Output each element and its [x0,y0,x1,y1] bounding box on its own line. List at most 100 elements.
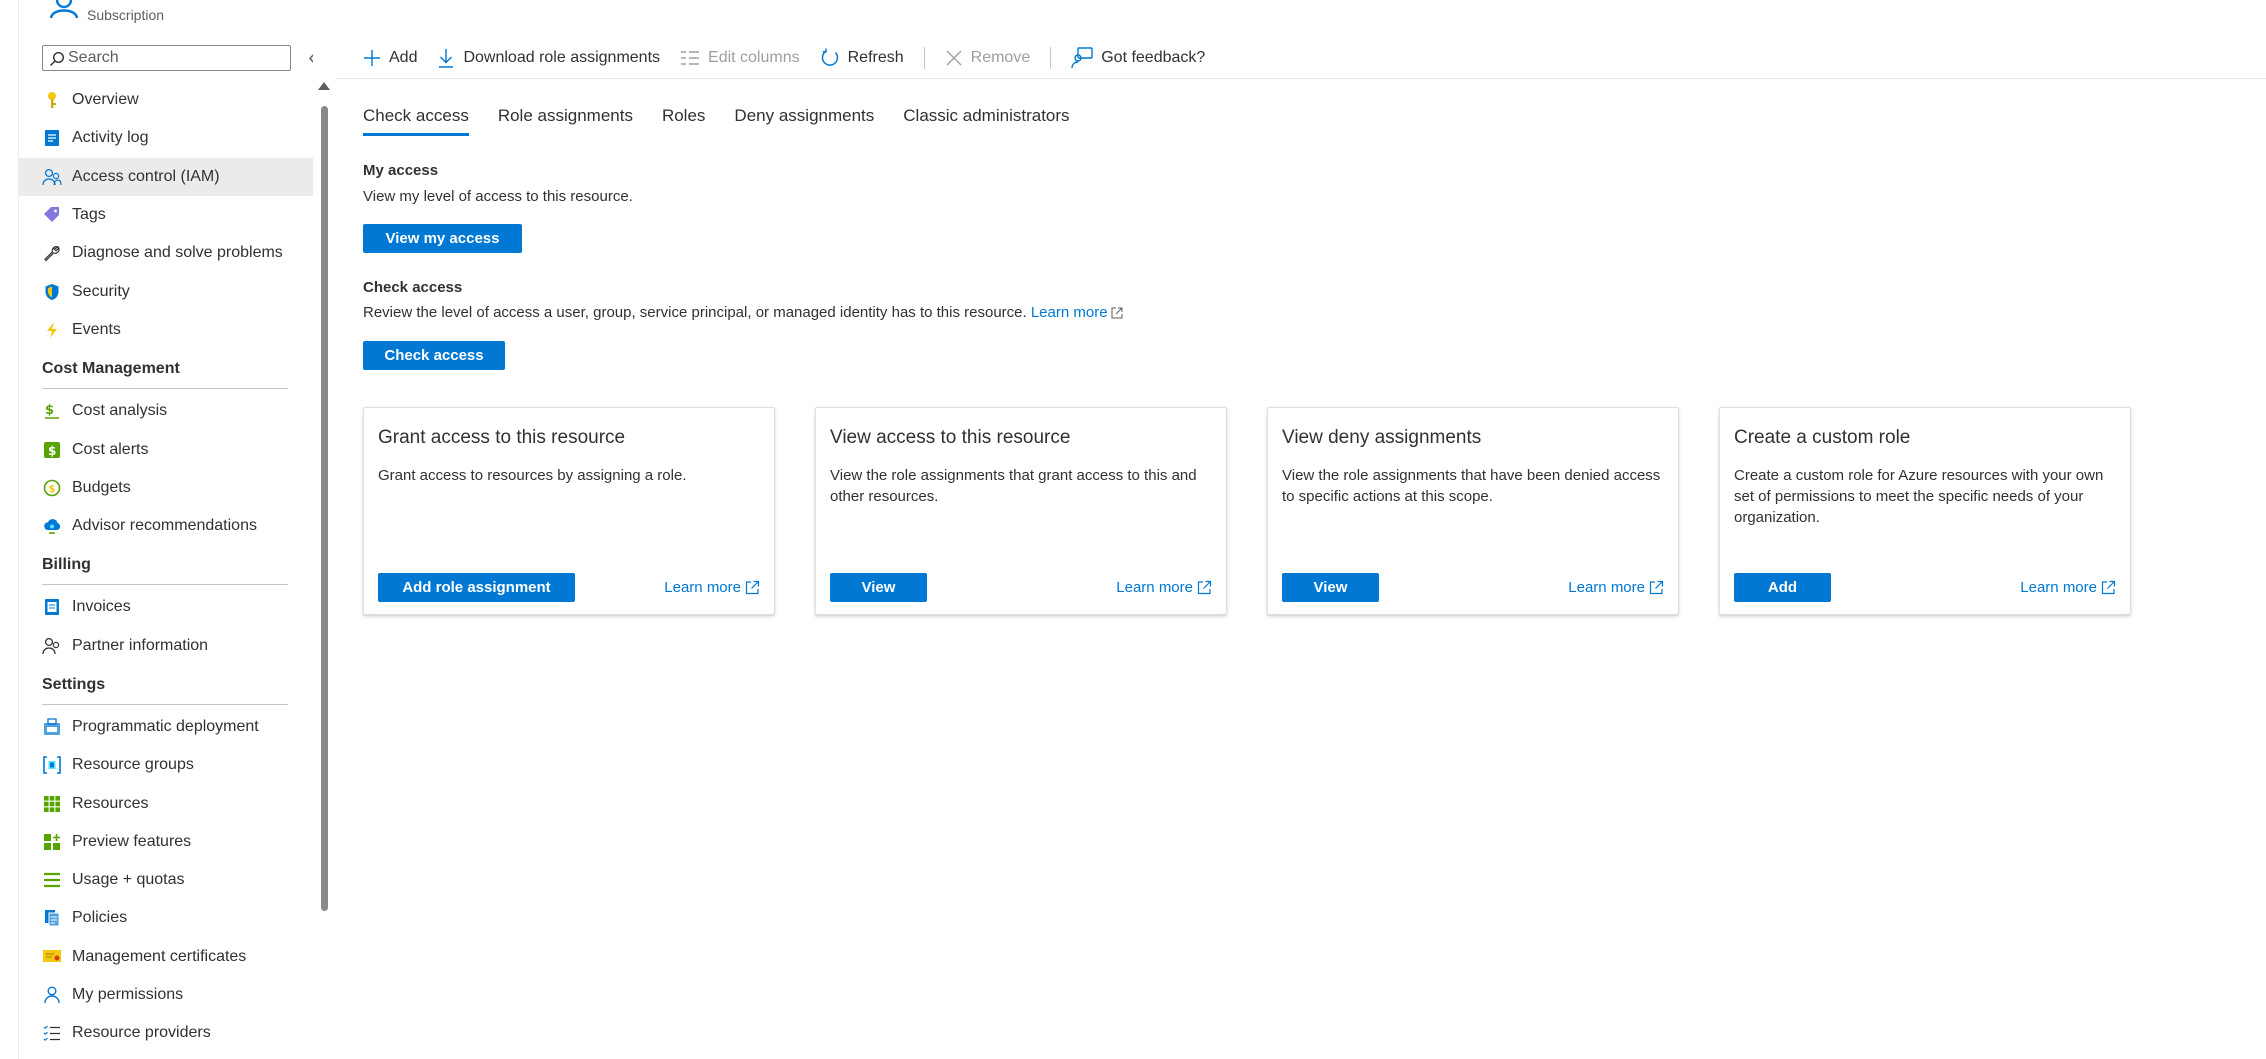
add-role-assignment-button[interactable]: Add role assignment [378,573,575,602]
download-role-assignments-button[interactable]: Download role assignments [437,48,660,68]
sidebar-item-label: Cost alerts [72,440,149,458]
search-input[interactable] [68,48,283,68]
view-my-access-button[interactable]: View my access [363,224,522,253]
create-custom-role-card: Create a custom role Create a custom role… [1719,407,2131,615]
learn-more-label: Learn more [1116,579,1193,596]
card-description: View the role assignments that have been… [1282,467,1661,505]
tab-classic-administrators[interactable]: Classic administrators [903,106,1069,136]
sidebar-item-resources[interactable]: Resources [18,784,313,822]
deployment-icon [42,717,62,737]
sidebar-item-label: Management certificates [72,947,247,965]
svg-text:$: $ [48,444,56,458]
sidebar-item-activity-log[interactable]: Activity log [18,119,313,157]
collapse-menu-button[interactable]: « [306,46,313,70]
tag-icon [42,205,62,225]
sidebar-item-label: Events [72,320,121,338]
sidebar-item-diagnose-and-solve-problems[interactable]: Diagnose and solve problems [18,234,313,272]
menu-search-box[interactable] [42,45,291,71]
sidebar-item-label: Resource groups [72,756,194,774]
resource-header: Subscription [18,0,313,30]
view-access-button[interactable]: View [830,573,927,602]
learn-more-label: Learn more [1568,579,1645,596]
subscription-key-icon [49,0,79,18]
sidebar-item-tags[interactable]: Tags [18,196,313,234]
sidebar-item-invoices[interactable]: Invoices [18,588,313,626]
scroll-up-arrow-icon[interactable] [318,82,330,90]
tab-role-assignments[interactable]: Role assignments [498,106,633,136]
card-title: View access to this resource [830,427,1071,448]
sidebar-item-label: Budgets [72,478,131,496]
check-access-description-line: Review the level of access a user, group… [363,304,1123,321]
usage-icon [42,870,62,890]
tab-check-access[interactable]: Check access [363,106,469,136]
sidebar-item-resource-providers[interactable]: Resource providers [18,1014,313,1052]
card-description: Create a custom role for Azure resources… [1734,467,2104,526]
resource-menu: Subscription « Overview Activity log Acces… [18,0,313,1059]
refresh-button[interactable]: Refresh [820,48,904,68]
sidebar-item-budgets[interactable]: $ Budgets [18,469,313,507]
sidebar-item-overview[interactable]: Overview [18,81,313,119]
sidebar-item-preview-features[interactable]: Preview features [18,823,313,861]
provider-icon [42,1023,62,1043]
cost-alert-icon: $ [42,440,62,460]
card-learn-more-link[interactable]: Learn more [1116,579,1212,596]
my-access-description: View my level of access to this resource… [363,188,633,205]
card-learn-more-link[interactable]: Learn more [2020,579,2116,596]
preview-icon [42,832,62,852]
card-learn-more-link[interactable]: Learn more [1568,579,1664,596]
iam-tabs: Check access Role assignments Roles Deny… [363,106,1099,136]
sidebar-item-cost-analysis[interactable]: $ Cost analysis [18,392,313,430]
sidebar-item-advisor-recommendations[interactable]: Advisor recommendations [18,507,313,545]
sidebar-item-label: Tags [72,206,106,224]
sidebar-item-management-certificates[interactable]: Management certificates [18,938,313,976]
sidebar-item-label: Cost analysis [72,402,168,420]
card-title: Grant access to this resource [378,427,626,448]
sidebar-item-programmatic-deployment[interactable]: Programmatic deployment [18,708,313,746]
sidebar-item-security[interactable]: Security [18,272,313,310]
card-title: Create a custom role [1734,427,1911,448]
sidebar-item-label: Policies [72,909,128,927]
external-link-icon [1111,307,1123,319]
sidebar-item-access-control-iam[interactable]: Access control (IAM) [18,157,313,196]
tab-deny-assignments[interactable]: Deny assignments [734,106,874,136]
check-access-heading: Check access [363,279,463,296]
sidebar-item-label: My permissions [72,986,184,1004]
menu-section-header: Settings [18,665,313,705]
sidebar-item-policies[interactable]: Policies [18,899,313,937]
add-button[interactable]: Add [363,49,417,67]
sidebar-item-label: Activity log [72,129,149,147]
external-link-icon [745,580,760,595]
external-link-icon [2101,580,2116,595]
tab-roles[interactable]: Roles [662,106,705,136]
check-access-learn-more-link[interactable]: Learn more [1031,304,1123,321]
view-deny-assignments-button[interactable]: View [1282,573,1379,602]
columns-icon [681,51,700,65]
learn-more-label: Learn more [664,579,741,596]
learn-more-label: Learn more [1030,304,1108,321]
sidebar-item-my-permissions[interactable]: My permissions [18,976,313,1014]
refresh-label: Refresh [847,49,904,66]
check-access-button[interactable]: Check access [363,341,505,370]
remove-button[interactable]: Remove [945,49,1030,67]
sidebar-item-events[interactable]: Events [18,311,313,349]
toolbar-divider [1050,47,1052,69]
sidebar-item-label: Preview features [72,832,192,850]
sidebar-item-cost-alerts[interactable]: $ Cost alerts [18,430,313,468]
card-learn-more-link[interactable]: Learn more [664,579,760,596]
sidebar-item-partner-information[interactable]: Partner information [18,627,313,665]
sidebar-item-resource-groups[interactable]: Resource groups [18,746,313,784]
resources-grid-icon [42,794,62,814]
edit-columns-button[interactable]: Edit columns [680,49,800,67]
sidebar-item-usage-quotas[interactable]: Usage + quotas [18,861,313,899]
menu-scrollbar[interactable] [318,82,330,912]
menu-section-header: Cost Management [18,349,313,390]
advisor-icon [42,516,62,536]
feedback-button[interactable]: Got feedback? [1071,47,1205,69]
window-edge [0,0,19,1059]
feedback-label: Got feedback? [1101,49,1206,66]
add-label: Add [389,49,418,66]
plus-icon [364,50,380,66]
scroll-thumb[interactable] [321,106,328,911]
add-custom-role-button[interactable]: Add [1734,573,1831,602]
command-bar: Add Download role assignments Edit colum… [363,38,1225,78]
